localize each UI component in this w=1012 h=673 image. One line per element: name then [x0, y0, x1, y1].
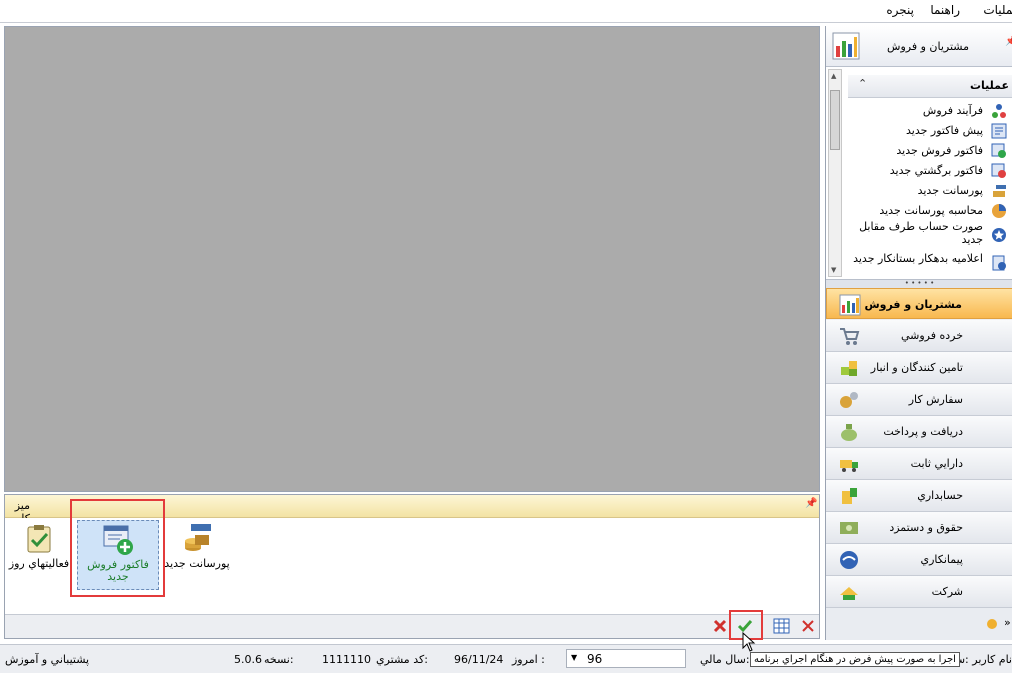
version-value: 5.0.6: [234, 653, 262, 666]
nav-work-order[interactable]: سفارش كار: [826, 384, 1012, 416]
pin-icon[interactable]: 📌: [805, 498, 817, 509]
nav-label: سفارش كار: [908, 393, 963, 406]
cart-icon: [840, 328, 860, 345]
menu-bar: عملیات راهنما پنجره: [0, 0, 1012, 23]
task-group-header[interactable]: ⌃ عمليات: [848, 75, 1012, 98]
nav-retail[interactable]: خرده فروشي: [826, 320, 1012, 352]
nav-accounting[interactable]: حسابداري: [826, 480, 1012, 512]
scroll-down-icon[interactable]: ▼: [831, 266, 836, 274]
chevron-up-icon[interactable]: ⌃: [858, 77, 867, 90]
nav-fixed-assets[interactable]: دارايي ثابت: [826, 448, 1012, 480]
nav-label: مشتريان و فروش: [864, 298, 962, 311]
nav-label: حقوق و دستمزد: [889, 521, 963, 534]
process-flow-icon: [992, 104, 1006, 118]
debit-credit-notice-icon: [992, 255, 1006, 271]
nav-label: تامين كنندگان و انبار: [870, 361, 963, 374]
menu-item-operations[interactable]: عملیات: [983, 3, 1012, 17]
daily-activities-icon: [27, 525, 51, 553]
mouse-cursor-icon: [742, 632, 756, 652]
operation-label: پورسانت جديد: [917, 184, 983, 197]
calculate-commission-icon: [992, 204, 1006, 218]
cash-icon: [840, 522, 858, 534]
scroll-up-icon[interactable]: ▲: [831, 72, 836, 80]
nav-overflow-bar: »: [826, 608, 1012, 640]
pin-icon[interactable]: 📌: [1005, 36, 1012, 47]
task-group-title: عمليات: [969, 79, 1009, 92]
sidebar-header-title: مشتريان و فروش: [887, 40, 969, 53]
nav-label: خرده فروشي: [900, 329, 963, 342]
operation-label: فرآيند فروش: [922, 104, 983, 117]
fiscal-year-select[interactable]: ▼ 96: [566, 649, 686, 668]
task-pane-scrollbar[interactable]: ▲ ▼: [828, 69, 842, 277]
nav-company[interactable]: شركت: [826, 576, 1012, 608]
splitter-handle[interactable]: • • • • •: [826, 279, 1012, 288]
fiscal-year-value: 96: [587, 652, 603, 666]
sidebar: مشتريان و فروش 📌 ▲ ▼ ⌃ عمليات فرآيند فرو…: [825, 26, 1012, 640]
tile-new-commission[interactable]: پورسانت جديد: [157, 520, 237, 588]
operation-label: محاسبه پورسانت جديد: [879, 204, 983, 217]
customer-code-value: 1111110: [322, 653, 371, 666]
scrollbar-thumb[interactable]: [830, 90, 840, 150]
operation-label: فاكتور فروش جديد: [896, 144, 983, 157]
handshake-icon: [840, 551, 858, 569]
wrench-icon[interactable]: [986, 618, 998, 630]
highlight-box: [70, 499, 165, 597]
support-link[interactable]: پشتيباني و آموزش: [5, 653, 89, 666]
nav-label: دارايي ثابت: [910, 457, 963, 470]
sales-chart-icon: [839, 294, 861, 316]
today-value: 96/11/24: [454, 653, 504, 666]
sales-chart-icon: [832, 32, 860, 60]
nav-contracting[interactable]: پيمانكاري: [826, 544, 1012, 576]
company-icon: [840, 587, 858, 600]
statement-icon: [992, 228, 1006, 242]
nav-label: شركت: [931, 585, 963, 598]
customer-code-label: كد مشتري:: [376, 653, 428, 666]
nav-suppliers-warehouse[interactable]: تامين كنندگان و انبار: [826, 352, 1012, 384]
workbench-toolbar: [5, 615, 819, 638]
money-bag-icon: [841, 424, 857, 441]
tile-daily-activities[interactable]: فعالیتهاي روز: [0, 520, 79, 588]
version-label: نسخه:: [264, 653, 294, 666]
nav-customers-sales[interactable]: مشتريان و فروش: [826, 288, 1012, 319]
task-pane: ▲ ▼ ⌃ عمليات فرآيند فروش پيش فاكتور جديد…: [826, 67, 1012, 279]
nav-label: دريافت و پرداخت: [883, 425, 963, 438]
invoice-add-icon: [991, 143, 1006, 158]
truck-icon: [840, 460, 858, 472]
chevron-right-icon[interactable]: »: [1004, 616, 1011, 629]
nav-label: حسابداري: [917, 489, 963, 502]
delete-all-icon[interactable]: [713, 619, 727, 633]
operation-label: اعلاميه بدهكار بستانكار جديد: [853, 252, 983, 265]
menu-item-help[interactable]: راهنما: [930, 3, 960, 17]
coins-icon: [842, 488, 857, 504]
grid-view-icon[interactable]: [773, 618, 790, 634]
tooltip: اجرا به صورت پيش فرض در هنگام اجراي برنا…: [750, 652, 960, 667]
operation-label: فاكتور برگشتي جديد: [889, 164, 983, 177]
sidebar-header: مشتريان و فروش 📌: [826, 26, 1012, 67]
fiscal-year-label: سال مالي:: [700, 653, 750, 666]
main-workspace: [4, 26, 820, 492]
today-label: امروز :: [512, 653, 545, 666]
commission-icon: [185, 524, 211, 551]
gears-icon: [840, 392, 858, 408]
boxes-icon: [841, 361, 857, 376]
operation-label: پيش فاكتور جديد: [906, 124, 983, 137]
tile-label: پورسانت جديد: [164, 557, 230, 570]
commission-icon: [993, 185, 1006, 197]
menu-item-window[interactable]: پنجره: [886, 3, 914, 17]
nav-receipt-payment[interactable]: دريافت و پرداخت: [826, 416, 1012, 448]
proforma-icon: [991, 123, 1007, 139]
close-icon[interactable]: [801, 619, 815, 633]
nav-label: پيمانكاري: [920, 553, 963, 566]
chevron-down-icon[interactable]: ▼: [571, 653, 577, 662]
tile-label: فعالیتهاي روز: [8, 557, 70, 570]
nav-payroll[interactable]: حقوق و دستمزد: [826, 512, 1012, 544]
operation-label: صورت حساب طرف مقابل جديد: [859, 220, 983, 246]
return-invoice-icon: [991, 163, 1006, 178]
